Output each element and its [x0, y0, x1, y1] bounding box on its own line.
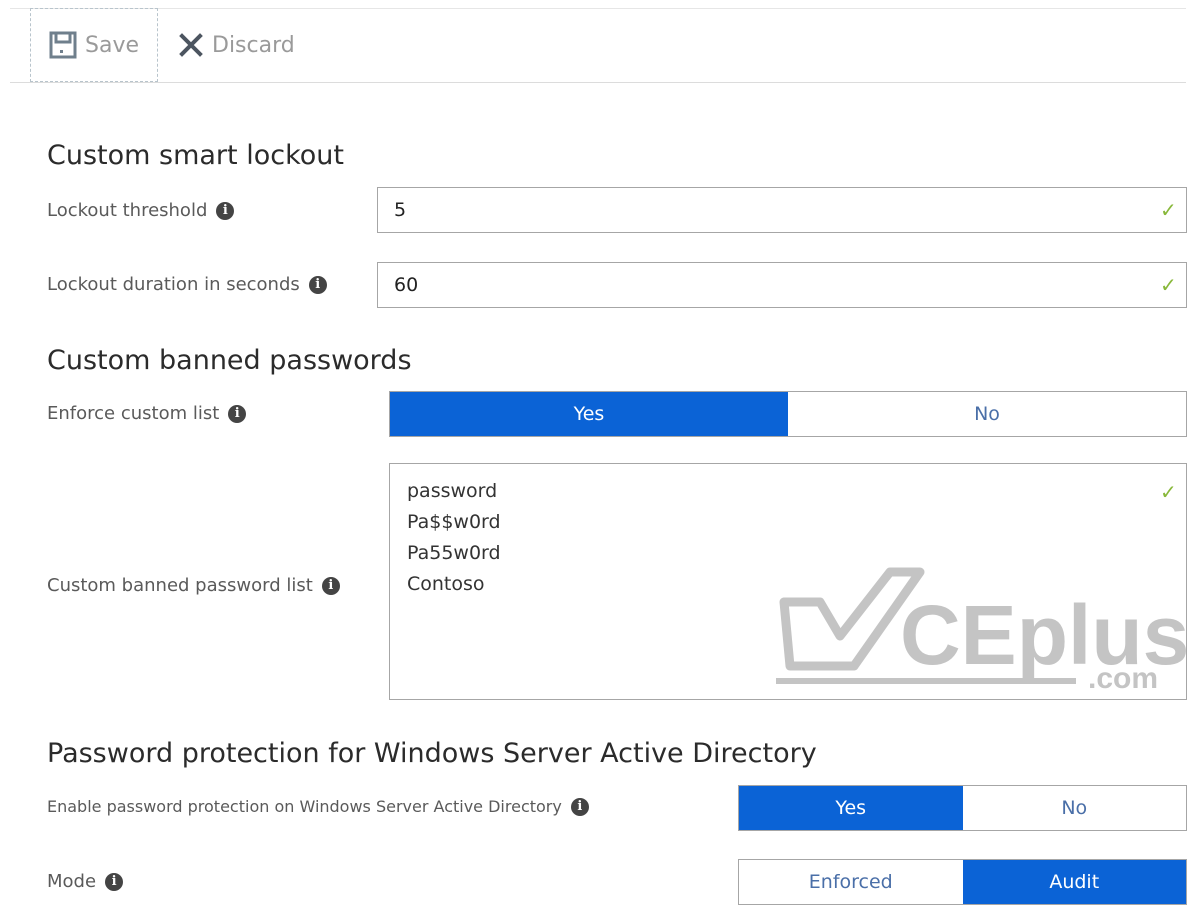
enforce-no-option[interactable]: No: [788, 392, 1186, 436]
valid-check-icon: ✓: [1160, 273, 1177, 297]
lockout-duration-label-text: Lockout duration in seconds: [47, 274, 300, 295]
info-icon[interactable]: i: [228, 404, 247, 423]
ceplus-watermark-logo: CEplus .com: [776, 567, 1189, 691]
mode-label-text: Mode: [47, 871, 97, 892]
mode-label: Mode i: [47, 871, 124, 892]
mode-toggle[interactable]: Enforced Audit: [738, 859, 1187, 905]
valid-check-icon: ✓: [1160, 480, 1177, 504]
discard-label: Discard: [212, 32, 295, 58]
info-icon[interactable]: i: [321, 576, 340, 595]
mode-audit-option[interactable]: Audit: [962, 860, 1186, 904]
lockout-threshold-label-text: Lockout threshold: [47, 200, 208, 221]
info-icon[interactable]: i: [570, 797, 589, 816]
save-icon: [49, 31, 77, 59]
enforce-custom-list-label-text: Enforce custom list: [47, 403, 220, 424]
info-icon[interactable]: i: [105, 872, 124, 891]
enable-no-option[interactable]: No: [962, 786, 1186, 830]
info-icon[interactable]: i: [216, 201, 235, 220]
lockout-duration-label: Lockout duration in seconds i: [47, 274, 327, 295]
enforce-custom-list-toggle[interactable]: Yes No: [389, 391, 1187, 437]
banned-password-list-label: Custom banned password list i: [47, 575, 340, 596]
enable-ad-protection-toggle[interactable]: Yes No: [738, 785, 1187, 831]
lockout-duration-value: 60: [394, 274, 419, 296]
lockout-threshold-label: Lockout threshold i: [47, 200, 235, 221]
section-title-banned-passwords: Custom banned passwords: [47, 345, 412, 376]
close-icon: [179, 33, 203, 57]
list-item: Pa$$w0rd: [407, 511, 501, 533]
lockout-threshold-value: 5: [394, 199, 407, 221]
section-title-smart-lockout: Custom smart lockout: [47, 140, 344, 171]
banned-password-list-label-text: Custom banned password list: [47, 575, 313, 596]
list-item: password: [407, 480, 498, 502]
enforce-yes-option[interactable]: Yes: [390, 392, 788, 436]
enforce-custom-list-label: Enforce custom list i: [47, 403, 247, 424]
mode-enforced-option[interactable]: Enforced: [739, 860, 963, 904]
enable-yes-option[interactable]: Yes: [739, 786, 963, 830]
section-title-ad-protection: Password protection for Windows Server A…: [47, 738, 817, 769]
discard-button[interactable]: Discard: [178, 8, 295, 82]
save-label: Save: [85, 32, 140, 58]
save-button[interactable]: Save: [30, 8, 158, 82]
command-bar: Save Discard: [10, 8, 1186, 83]
list-item: Pa55w0rd: [407, 542, 501, 564]
valid-check-icon: ✓: [1160, 198, 1177, 222]
enable-ad-protection-label-text: Enable password protection on Windows Se…: [47, 797, 562, 816]
lockout-threshold-input[interactable]: 5: [377, 187, 1187, 233]
svg-text:.com: .com: [1088, 662, 1158, 691]
lockout-duration-input[interactable]: 60: [377, 262, 1187, 308]
enable-ad-protection-label: Enable password protection on Windows Se…: [47, 797, 589, 816]
info-icon[interactable]: i: [308, 275, 327, 294]
